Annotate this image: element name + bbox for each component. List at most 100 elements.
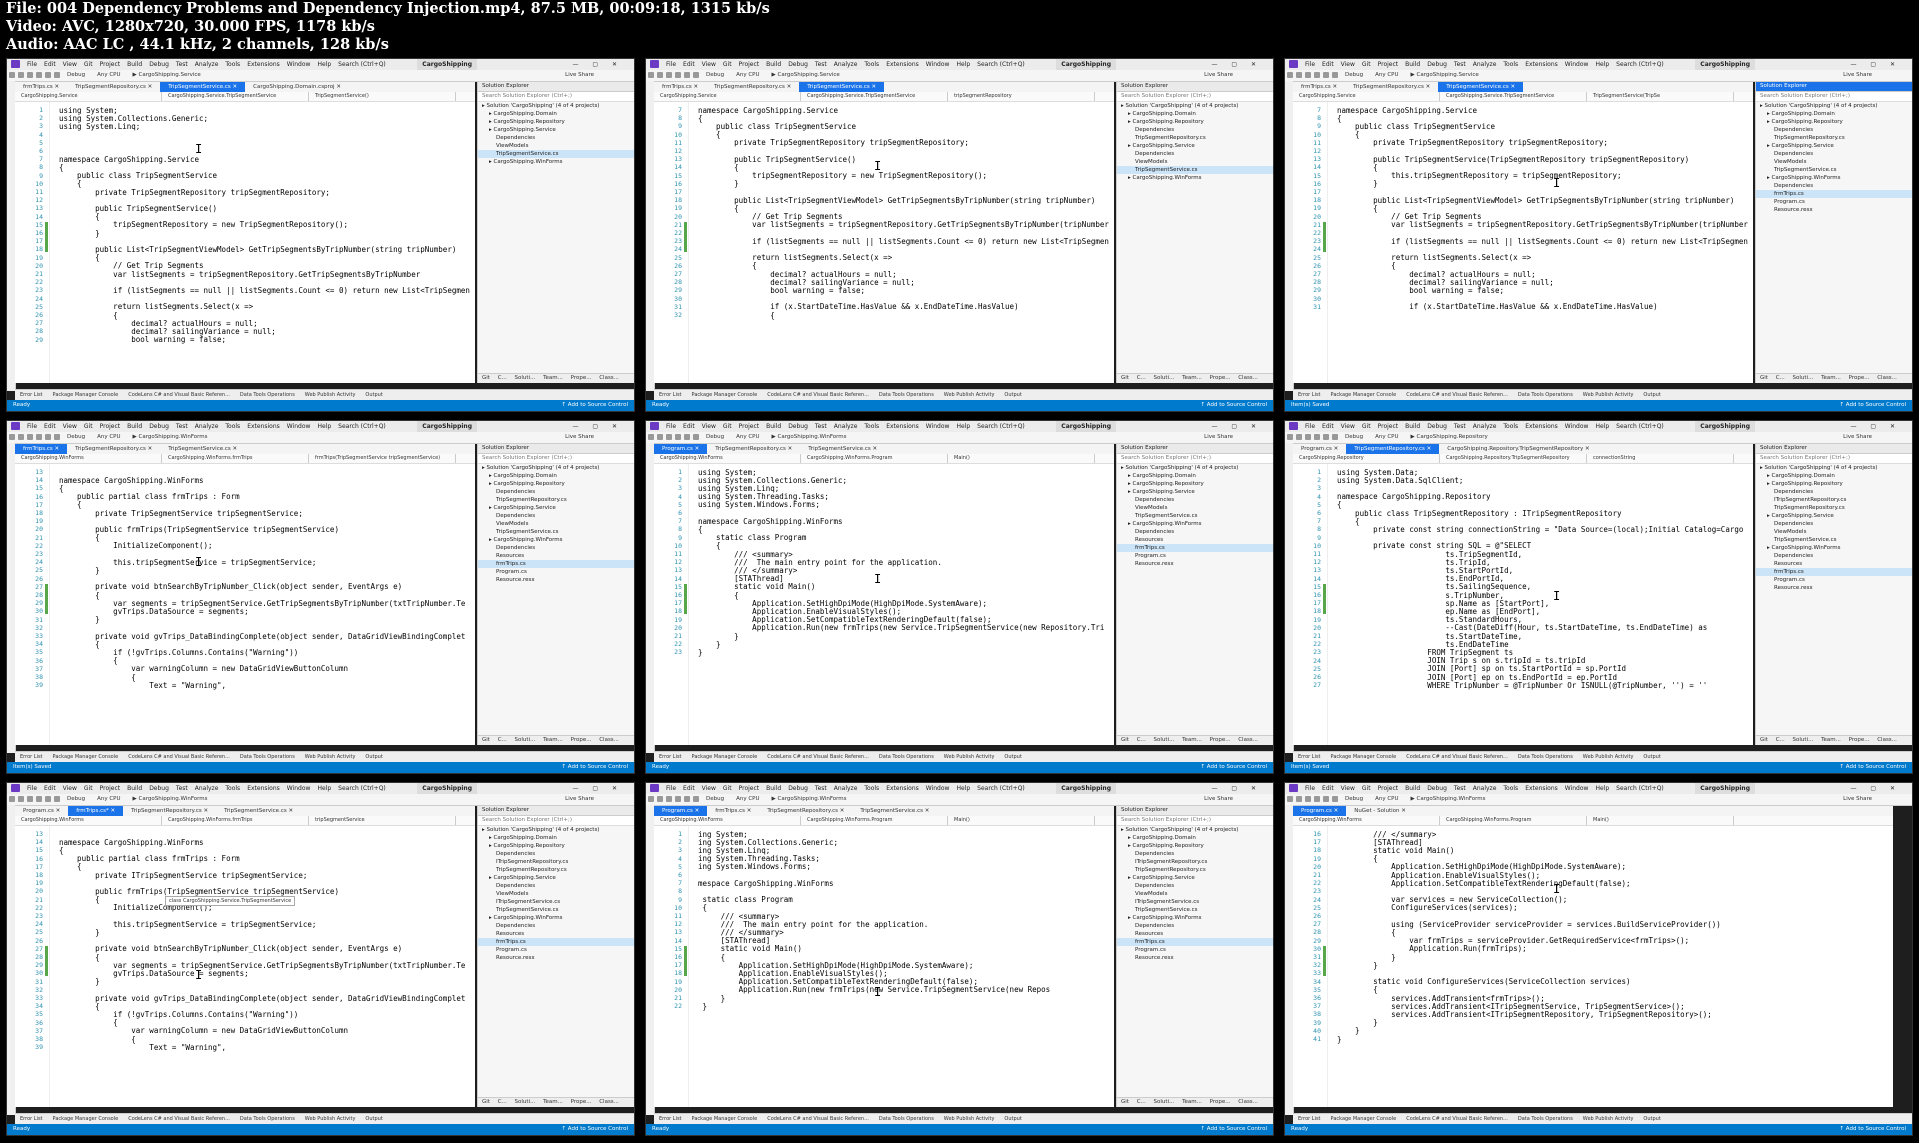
output-tab[interactable]: Output <box>1643 754 1660 760</box>
menu-item-git[interactable]: Git <box>723 61 732 68</box>
output-tab[interactable]: CodeLens C# and Visual Basic Referen... <box>767 754 869 760</box>
solution-tree-item[interactable]: Dependencies <box>1756 552 1912 560</box>
nav-dropdown[interactable]: CargoShipping.WinForms.Program <box>1440 816 1587 825</box>
output-tab[interactable]: Output <box>365 1116 382 1122</box>
toolbar-button-icon[interactable] <box>36 72 42 78</box>
add-to-source-control[interactable]: ↑ Add to Source Control <box>1200 400 1267 411</box>
toolbar-button-icon[interactable] <box>657 796 663 802</box>
menu-item-analyze[interactable]: Analyze <box>834 785 858 792</box>
add-to-source-control[interactable]: ↑ Add to Source Control <box>1839 400 1906 411</box>
window-controls[interactable]: — ▢ ✕ <box>1850 59 1901 70</box>
solution-tree-item[interactable]: ▸ CargoShipping.WinForms <box>478 914 634 922</box>
solution-tree-item[interactable]: Dependencies <box>1756 150 1912 158</box>
toolbar-button-icon[interactable] <box>693 796 699 802</box>
menu-item-window[interactable]: Window <box>287 61 311 68</box>
solution-tree-item[interactable]: ▸ Solution 'CargoShipping' (4 of 4 proje… <box>1756 102 1912 110</box>
menu-item-view[interactable]: View <box>1341 423 1355 430</box>
output-tab[interactable]: Package Manager Console <box>53 1116 119 1122</box>
toolbar-button-icon[interactable] <box>648 434 654 440</box>
menu-item-debug[interactable]: Debug <box>788 423 808 430</box>
solution-tree-item[interactable]: ▸ CargoShipping.Service <box>1117 488 1273 496</box>
configuration-dropdown[interactable]: Debug <box>1345 796 1363 802</box>
solution-tree-item[interactable]: ViewModels <box>1756 158 1912 166</box>
menu-item-help[interactable]: Help <box>956 423 970 430</box>
nav-dropdown[interactable]: Main() <box>948 816 1095 825</box>
output-tab[interactable]: Output <box>365 392 382 398</box>
solution-tree-item[interactable]: Dependencies <box>478 488 634 496</box>
toolbar-button-icon[interactable] <box>18 796 24 802</box>
output-tab[interactable]: Error List <box>20 392 43 398</box>
menu-item-window[interactable]: Window <box>926 61 950 68</box>
toolbar-button-icon[interactable] <box>45 796 51 802</box>
solution-tree-item[interactable]: Resource.resx <box>1756 206 1912 214</box>
menu-item-edit[interactable]: Edit <box>683 61 695 68</box>
solution-tree-item[interactable]: ▸ CargoShipping.Domain <box>478 472 634 480</box>
solution-tree-item[interactable]: ViewModels <box>1117 158 1273 166</box>
output-tab[interactable]: CodeLens C# and Visual Basic Referen... <box>1406 754 1508 760</box>
toolbar-button-icon[interactable] <box>1332 434 1338 440</box>
menu-item-edit[interactable]: Edit <box>44 423 56 430</box>
menu-item-view[interactable]: View <box>1341 61 1355 68</box>
output-tab[interactable]: Error List <box>20 1116 43 1122</box>
menu-item-build[interactable]: Build <box>1405 423 1420 430</box>
live-share-button[interactable]: Live Share <box>1204 794 1233 805</box>
add-to-source-control[interactable]: ↑ Add to Source Control <box>1200 762 1267 773</box>
platform-dropdown[interactable]: Any CPU <box>736 434 759 440</box>
window-controls[interactable]: — ▢ ✕ <box>1211 783 1262 794</box>
output-tab[interactable]: Data Tools Operations <box>240 392 295 398</box>
nav-dropdown[interactable]: TripSegmentService(TripSe <box>1587 92 1734 101</box>
solution-explorer-search[interactable]: Search Solution Explorer (Ctrl+;) <box>478 454 634 464</box>
solution-tree-item[interactable]: TripSegmentRepository.cs <box>1117 134 1273 142</box>
nav-dropdown[interactable]: CargoShipping.WinForms <box>654 816 801 825</box>
solution-tree-item[interactable]: ITripSegmentRepository.cs <box>1756 496 1912 504</box>
search-box[interactable]: Search (Ctrl+Q) <box>977 423 1025 430</box>
solution-explorer-search[interactable]: Search Solution Explorer (Ctrl+;) <box>1756 92 1912 102</box>
menu-item-build[interactable]: Build <box>127 785 142 792</box>
menu-item-file[interactable]: File <box>27 785 37 792</box>
live-share-button[interactable]: Live Share <box>1843 432 1872 443</box>
toolbar-button-icon[interactable] <box>666 796 672 802</box>
toolbar-button-icon[interactable] <box>45 434 51 440</box>
toolbar-button-icon[interactable] <box>1296 796 1302 802</box>
solution-tree-item[interactable]: Resource.resx <box>1756 584 1912 592</box>
menu-item-edit[interactable]: Edit <box>1322 423 1334 430</box>
menu-item-file[interactable]: File <box>666 785 676 792</box>
solution-tree-item[interactable]: ViewModels <box>478 890 634 898</box>
output-tab[interactable]: Output <box>1004 392 1021 398</box>
toolbar-button-icon[interactable] <box>9 434 15 440</box>
startup-project-dropdown[interactable]: ▶ CargoShipping.WinForms <box>772 796 847 802</box>
toolbar-button-icon[interactable] <box>27 434 33 440</box>
toolbar-button-icon[interactable] <box>684 796 690 802</box>
solution-tree-item[interactable]: ▸ CargoShipping.Domain <box>478 834 634 842</box>
menu-item-debug[interactable]: Debug <box>1427 423 1447 430</box>
menu-item-test[interactable]: Test <box>176 785 188 792</box>
solution-tree-item[interactable]: ▸ Solution 'CargoShipping' (4 of 4 proje… <box>1756 464 1912 472</box>
output-tab[interactable]: Web Publish Activity <box>305 754 356 760</box>
document-tab[interactable]: NuGet - Solution ✕ <box>1346 806 1414 816</box>
startup-project-dropdown[interactable]: ▶ CargoShipping.Repository <box>1411 434 1488 440</box>
solution-tree-item[interactable]: ▸ CargoShipping.WinForms <box>1117 914 1273 922</box>
menu-item-tools[interactable]: Tools <box>225 61 240 68</box>
menu-item-debug[interactable]: Debug <box>788 61 808 68</box>
tool-window-tabs[interactable]: Git C... Soluti... Team... Prope... Clas… <box>1117 1097 1273 1107</box>
toolbar-button-icon[interactable] <box>36 796 42 802</box>
startup-project-dropdown[interactable]: ▶ CargoShipping.Service <box>772 72 840 78</box>
solution-tree-item[interactable]: ▸ CargoShipping.Domain <box>1756 472 1912 480</box>
solution-tree-item[interactable]: TripSegmentService.cs <box>1756 166 1912 174</box>
document-tab[interactable]: Program.cs ✕ <box>654 806 708 816</box>
solution-tree-item[interactable]: Program.cs <box>478 946 634 954</box>
toolbar-button-icon[interactable] <box>54 434 60 440</box>
solution-explorer-search[interactable]: Search Solution Explorer (Ctrl+;) <box>1117 816 1273 826</box>
menu-item-git[interactable]: Git <box>723 423 732 430</box>
solution-tree-item[interactable]: ▸ CargoShipping.Repository <box>1756 118 1912 126</box>
output-tab[interactable]: Output <box>1643 1116 1660 1122</box>
nav-dropdown[interactable]: CargoShipping.Service.TripSegmentService <box>801 92 948 101</box>
menu-item-extensions[interactable]: Extensions <box>886 61 919 68</box>
document-tab[interactable]: CargoShipping.Domain.csproj ✕ <box>245 82 349 92</box>
toolbar-button-icon[interactable] <box>1332 796 1338 802</box>
toolbar-button-icon[interactable] <box>675 72 681 78</box>
code-editor[interactable]: 16 /// </summary> 17 [STAThread] 18 static… <box>1293 826 1893 1107</box>
solution-tree-item[interactable]: ▸ CargoShipping.WinForms <box>1756 544 1912 552</box>
menu-item-extensions[interactable]: Extensions <box>247 423 280 430</box>
live-share-button[interactable]: Live Share <box>1843 70 1872 81</box>
